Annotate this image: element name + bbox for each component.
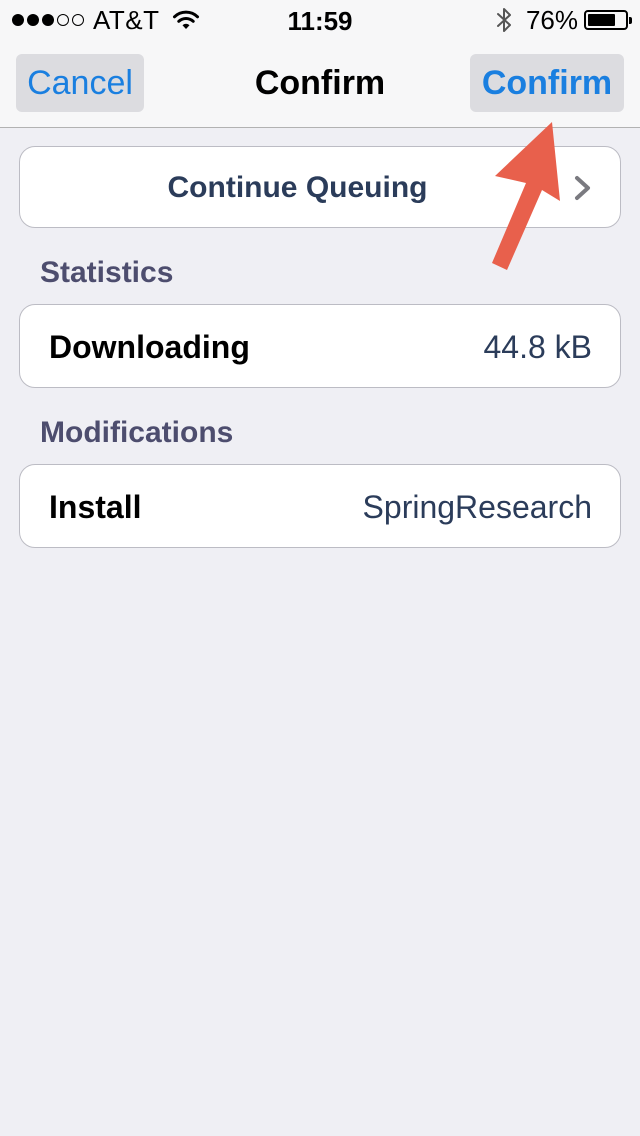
install-label: Install bbox=[49, 489, 142, 525]
modifications-section-title: Modifications bbox=[40, 416, 234, 449]
downloading-label: Downloading bbox=[49, 329, 250, 365]
status-bar: AT&T 11:59 76% bbox=[0, 0, 640, 40]
battery-icon bbox=[584, 10, 632, 30]
install-row: Install SpringResearch bbox=[19, 464, 621, 548]
arrow-annotation-icon bbox=[492, 122, 560, 270]
battery-level bbox=[588, 14, 616, 26]
battery-nub bbox=[629, 17, 632, 24]
downloading-row: Downloading 44.8 kB bbox=[19, 304, 621, 388]
confirm-button[interactable]: Confirm bbox=[470, 54, 624, 112]
bluetooth-icon bbox=[496, 8, 511, 32]
battery-percent: 76% bbox=[525, 4, 578, 35]
statistics-section-title: Statistics bbox=[40, 256, 174, 289]
install-package-value: SpringResearch bbox=[362, 489, 592, 525]
status-right: 76% bbox=[496, 4, 632, 35]
downloading-size-value: 44.8 kB bbox=[483, 329, 592, 365]
